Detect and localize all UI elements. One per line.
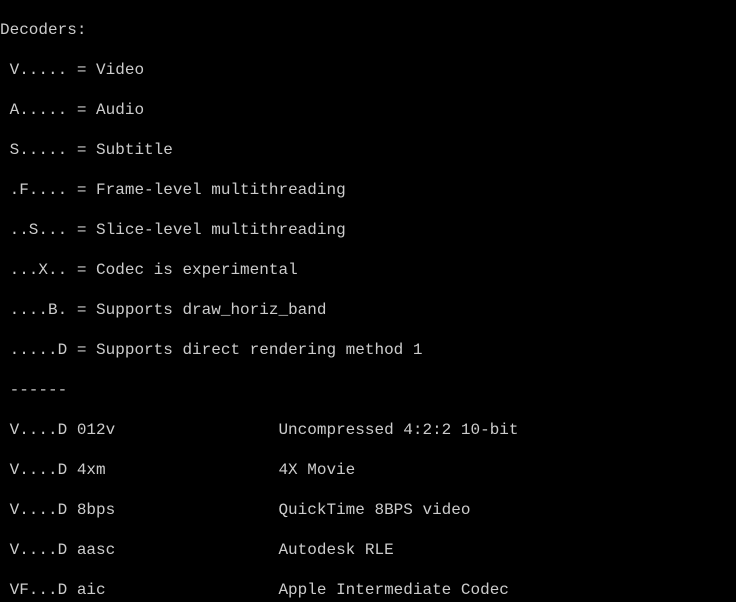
legend-desc: Frame-level multithreading [96, 181, 346, 199]
legend-desc: Codec is experimental [96, 261, 298, 279]
legend-flags: S..... [0, 141, 67, 159]
decoder-desc: 4X Movie [278, 461, 355, 479]
decoder-flags: VF...D [0, 581, 77, 599]
legend-flags: .....D [0, 341, 67, 359]
decoder-desc: QuickTime 8BPS video [278, 501, 470, 519]
legend-eq: = [67, 301, 96, 319]
legend-desc: Supports direct rendering method 1 [96, 341, 422, 359]
legend-flags: .F.... [0, 181, 67, 199]
decoder-row: V....D 012v Uncompressed 4:2:2 10-bit [0, 420, 736, 440]
decoder-flags: V....D [0, 501, 77, 519]
decoder-desc: Apple Intermediate Codec [278, 581, 508, 599]
legend-flags: A..... [0, 101, 67, 119]
legend-desc: Audio [96, 101, 144, 119]
decoder-row: V....D 8bps QuickTime 8BPS video [0, 500, 736, 520]
decoder-name: 4xm [77, 461, 279, 479]
legend-flags: V..... [0, 61, 67, 79]
legend-line: S..... = Subtitle [0, 140, 736, 160]
legend-line: ..S... = Slice-level multithreading [0, 220, 736, 240]
decoder-row: V....D aasc Autodesk RLE [0, 540, 736, 560]
decoder-name: 8bps [77, 501, 279, 519]
legend-desc: Supports draw_horiz_band [96, 301, 326, 319]
decoder-flags: V....D [0, 541, 77, 559]
legend-desc: Video [96, 61, 144, 79]
legend-eq: = [67, 141, 96, 159]
decoder-name: 012v [77, 421, 279, 439]
legend-eq: = [67, 261, 96, 279]
decoder-name: aic [77, 581, 279, 599]
decoder-name: aasc [77, 541, 279, 559]
legend-eq: = [67, 221, 96, 239]
decoder-desc: Uncompressed 4:2:2 10-bit [278, 421, 518, 439]
legend-line: ....B. = Supports draw_horiz_band [0, 300, 736, 320]
decoder-flags: V....D [0, 421, 77, 439]
legend-line: V..... = Video [0, 60, 736, 80]
legend-eq: = [67, 101, 96, 119]
legend-desc: Slice-level multithreading [96, 221, 346, 239]
decoder-row: V....D 4xm 4X Movie [0, 460, 736, 480]
separator-line: ------ [0, 380, 736, 400]
decoder-flags: V....D [0, 461, 77, 479]
legend-desc: Subtitle [96, 141, 173, 159]
legend-flags: ....B. [0, 301, 67, 319]
legend-line: .....D = Supports direct rendering metho… [0, 340, 736, 360]
terminal-output: Decoders: V..... = Video A..... = Audio … [0, 0, 736, 602]
decoder-desc: Autodesk RLE [278, 541, 393, 559]
legend-line: ...X.. = Codec is experimental [0, 260, 736, 280]
legend-eq: = [67, 61, 96, 79]
legend-line: A..... = Audio [0, 100, 736, 120]
decoders-title: Decoders: [0, 20, 736, 40]
legend-flags: ..S... [0, 221, 67, 239]
legend-eq: = [67, 181, 96, 199]
legend-flags: ...X.. [0, 261, 67, 279]
decoder-row: VF...D aic Apple Intermediate Codec [0, 580, 736, 600]
legend-eq: = [67, 341, 96, 359]
legend-line: .F.... = Frame-level multithreading [0, 180, 736, 200]
